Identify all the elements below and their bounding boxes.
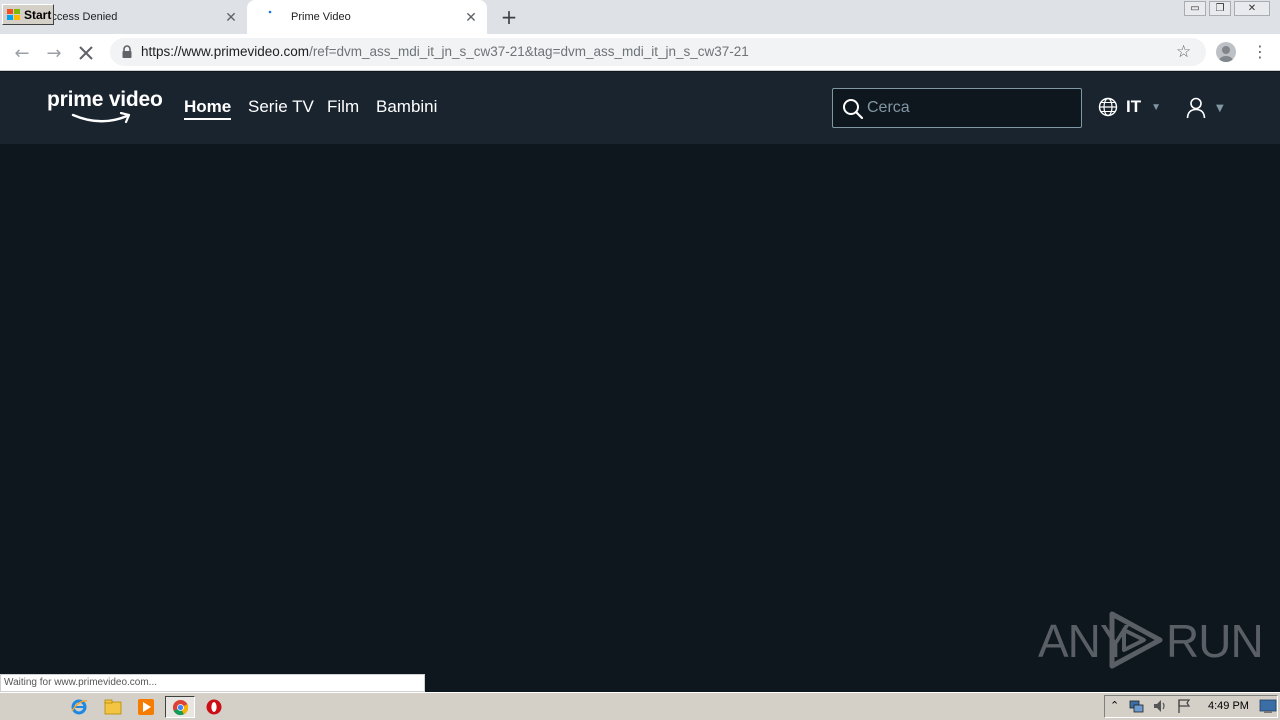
browser-toolbar: ← → https://www.primevideo.com/ref=dvm_a… [0,34,1280,71]
language-label: IT [1126,97,1142,116]
search-icon [843,99,864,120]
profile-avatar-icon[interactable] [1216,42,1236,62]
address-bar[interactable]: https://www.primevideo.com/ref=dvm_ass_m… [110,38,1206,66]
start-label: Start [24,7,52,22]
url-host: https://www.primevideo.com [141,44,310,59]
back-arrow-icon[interactable]: ← [11,42,33,64]
status-bar: Waiting for www.primevideo.com... [0,674,425,692]
window-close-icon[interactable]: ✕ [1234,1,1270,16]
watermark-right-text: RUN [1166,615,1264,667]
close-tab-icon[interactable]: ✕ [462,8,480,26]
lock-icon [122,45,132,58]
tab-prime-video[interactable]: Prime Video ✕ [247,0,487,34]
user-icon [1186,97,1206,119]
search-input[interactable] [867,97,1067,119]
nav-film[interactable]: Film [327,97,359,117]
logo-text: prime video [47,88,163,111]
close-tab-icon[interactable]: ✕ [222,8,240,26]
nav-serie-tv[interactable]: Serie TV [248,97,314,117]
loading-spinner-icon [268,10,272,14]
forward-arrow-icon[interactable]: → [43,42,65,64]
chevron-down-icon: ▼ [1151,101,1162,113]
new-tab-icon[interactable]: + [497,5,521,29]
chrome-icon [172,699,189,716]
prime-video-logo[interactable]: prime video [47,88,163,130]
opera-icon[interactable] [205,698,223,716]
tray-expand-icon[interactable]: ⌃ [1110,699,1119,712]
stop-loading-icon[interactable] [75,42,97,64]
search-box[interactable] [832,88,1082,128]
language-selector[interactable]: IT ▼ [1098,97,1161,117]
media-player-icon[interactable] [137,698,155,716]
play-icon [1109,611,1163,669]
bookmark-star-icon[interactable]: ☆ [1176,42,1191,62]
clock: 4:49 PM [1208,700,1249,712]
folder-icon[interactable] [104,698,122,716]
url-path: /ref=dvm_ass_mdi_it_jn_s_cw37-21&tag=dvm… [309,44,749,59]
network-icon[interactable] [1128,698,1144,714]
action-center-flag-icon[interactable] [1176,698,1192,714]
start-button[interactable]: Start [2,4,54,25]
tab-title: Access Denied [44,11,118,23]
internet-explorer-icon[interactable] [70,698,88,716]
anyrun-watermark: ANY RUN [1038,608,1264,670]
chevron-down-icon: ▼ [1216,102,1224,114]
windows-logo-icon [7,8,20,20]
restore-icon[interactable]: ❐ [1209,1,1231,16]
tab-title: Prime Video [291,11,351,23]
nav-bambini[interactable]: Bambini [376,97,437,117]
show-desktop-icon[interactable] [1259,699,1277,714]
account-menu[interactable]: ▼ [1186,97,1224,119]
volume-icon[interactable] [1152,698,1168,714]
nav-home[interactable]: Home [184,97,232,120]
globe-icon [1098,97,1118,117]
taskbar-chrome-button[interactable] [165,696,195,718]
browser-menu-icon[interactable]: ⋮ [1252,42,1268,62]
amazon-smile-icon [71,112,131,124]
url-text: https://www.primevideo.com/ref=dvm_ass_m… [141,44,749,59]
minimize-icon[interactable]: ▭ [1184,1,1206,16]
